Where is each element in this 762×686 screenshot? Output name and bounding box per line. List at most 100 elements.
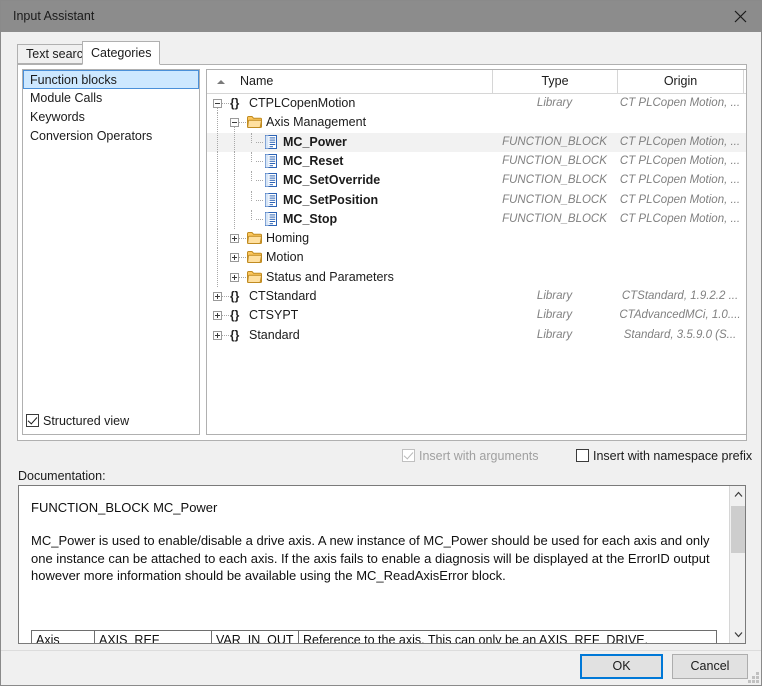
insert-with-namespace-prefix-checkbox[interactable]: Insert with namespace prefix: [576, 449, 752, 463]
tree-row[interactable]: {}CTSYPTLibraryCTAdvancedMCi, 1.0....: [207, 306, 746, 325]
documentation-parameter-table: Axis AXIS_REF VAR_IN_OUT Reference to th…: [31, 630, 717, 644]
insert-with-namespace-prefix-label: Insert with namespace prefix: [593, 449, 752, 463]
column-header-type[interactable]: Type: [492, 70, 617, 93]
tree-guide-line: [251, 191, 253, 201]
tree-guide-line: [239, 238, 246, 240]
sort-ascending-icon: [217, 80, 225, 84]
insert-with-arguments-checkbox: Insert with arguments: [402, 449, 539, 463]
tree-expander-expand[interactable]: [230, 234, 239, 243]
tree-row-origin: [617, 229, 743, 248]
tree-row-origin: CT PLCopen Motion, ...: [617, 152, 743, 171]
tree-row[interactable]: MC_SetOverrideFUNCTION_BLOCKCT PLCopen M…: [207, 171, 746, 190]
tree-guide-line: [256, 142, 263, 144]
documentation-title: FUNCTION_BLOCK MC_Power: [31, 500, 717, 515]
tree-row-origin: [617, 268, 743, 287]
tree-guide-line: [239, 122, 246, 124]
column-header-origin[interactable]: Origin: [617, 70, 743, 93]
tree-expander-expand[interactable]: [230, 273, 239, 282]
tree-guide-line: [234, 127, 236, 132]
tree-expander-expand[interactable]: [230, 253, 239, 262]
tree-guide-line: [234, 133, 236, 152]
close-icon[interactable]: [717, 1, 762, 32]
tree-row-type: Library: [492, 306, 617, 325]
dialog-body: Text search Categories Function blocks M…: [1, 32, 762, 686]
tree-guide-line: [234, 152, 236, 171]
tree-row[interactable]: Motion: [207, 248, 746, 267]
tree-expander-expand[interactable]: [213, 311, 222, 320]
tree-row-type: FUNCTION_BLOCK: [492, 152, 617, 171]
category-item-keywords[interactable]: Keywords: [23, 108, 199, 127]
chevron-up-icon[interactable]: [730, 486, 746, 503]
tree-guide-line: [256, 200, 263, 202]
tree-guide-line: [217, 113, 219, 132]
tree-row[interactable]: MC_SetPosition FUNCTION_BLOCKCT PLCopen M…: [207, 191, 746, 210]
tree-guide-line: [239, 277, 246, 279]
tree-guide-line: [256, 219, 263, 221]
folder-icon: [247, 232, 262, 247]
tree-row-type: FUNCTION_BLOCK: [492, 171, 617, 190]
tree-guide-line: [217, 108, 219, 113]
tree-expander-expand[interactable]: [213, 331, 222, 340]
object-tree-panel: Name Type Origin {}CTPLCopenMotionLibrar…: [206, 69, 747, 435]
tree-expander-expand[interactable]: [213, 292, 222, 301]
function-block-icon: [265, 173, 277, 190]
tree-row[interactable]: MC_StopFUNCTION_BLOCKCT PLCopen Motion, …: [207, 210, 746, 229]
tree-guide-line: [234, 191, 236, 210]
category-item-conversion-operators[interactable]: Conversion Operators: [23, 127, 199, 146]
tree-row-origin: CT PLCopen Motion, ...: [617, 191, 743, 210]
tree-row-name: CTStandard: [249, 287, 316, 306]
tree-row[interactable]: {}CTPLCopenMotionLibraryCT PLCopen Motio…: [207, 94, 746, 113]
tree-guide-line: [217, 152, 219, 171]
tree-row[interactable]: Status and Parameters: [207, 268, 746, 287]
tree-row[interactable]: Homing: [207, 229, 746, 248]
ok-button[interactable]: OK: [580, 654, 663, 679]
tree-guide-line: [217, 171, 219, 190]
tree-row[interactable]: MC_ResetFUNCTION_BLOCKCT PLCopen Motion,…: [207, 152, 746, 171]
tree-row-origin: CTAdvancedMCi, 1.0....: [617, 306, 743, 325]
tree-row-name: MC_Stop: [283, 210, 337, 229]
tree-expander-collapse[interactable]: [213, 99, 222, 108]
tree-row-name: MC_SetPosition: [283, 191, 378, 210]
insert-with-arguments-label: Insert with arguments: [419, 449, 539, 463]
tree-row-origin: CT PLCopen Motion, ...: [617, 94, 743, 113]
tree-row-name: Axis Management: [266, 113, 366, 132]
documentation-content: FUNCTION_BLOCK MC_Power MC_Power is used…: [19, 486, 729, 643]
tree-guide-line: [222, 103, 229, 105]
tree-guide-line: [222, 315, 229, 317]
function-block-icon: [265, 135, 277, 152]
resize-grip[interactable]: [747, 672, 760, 685]
tree-row-origin: CT PLCopen Motion, ...: [617, 171, 743, 190]
category-list[interactable]: Function blocks Module Calls Keywords Co…: [22, 69, 200, 435]
tree-guide-line: [251, 210, 253, 220]
category-item-module-calls[interactable]: Module Calls: [23, 89, 199, 108]
tree-row-name: Motion: [266, 248, 304, 267]
tree-row-type: FUNCTION_BLOCK: [492, 191, 617, 210]
tree-guide-line: [217, 191, 219, 210]
function-block-icon: [265, 193, 277, 210]
cancel-button[interactable]: Cancel: [672, 654, 748, 679]
tree-expander-collapse[interactable]: [230, 118, 239, 127]
tree-row-type: FUNCTION_BLOCK: [492, 133, 617, 152]
tree-guide-line: [251, 152, 253, 162]
scrollbar-thumb[interactable]: [731, 506, 745, 553]
tree-row[interactable]: Axis Management: [207, 113, 746, 132]
documentation-panel: FUNCTION_BLOCK MC_Power MC_Power is used…: [18, 485, 746, 644]
tree-row-origin: CTStandard, 1.9.2.2 ...: [617, 287, 743, 306]
structured-view-checkbox[interactable]: Structured view: [26, 414, 129, 428]
tree-guide-line: [217, 229, 219, 248]
documentation-scrollbar[interactable]: [729, 486, 745, 643]
tree-row[interactable]: {}CTStandardLibraryCTStandard, 1.9.2.2 .…: [207, 287, 746, 306]
column-header-name[interactable]: Name: [207, 70, 492, 93]
tree-row-type: [492, 113, 617, 132]
tree-row-name: Status and Parameters: [266, 268, 394, 287]
category-item-function-blocks[interactable]: Function blocks: [23, 70, 199, 89]
documentation-label: Documentation:: [18, 469, 106, 483]
chevron-down-icon[interactable]: [730, 626, 746, 643]
tree-row-name: MC_Power: [283, 133, 347, 152]
tab-categories[interactable]: Categories: [82, 41, 160, 65]
tree-row[interactable]: {}StandardLibraryStandard, 3.5.9.0 (S...: [207, 326, 746, 345]
tree-row-origin: CT PLCopen Motion, ...: [617, 133, 743, 152]
folder-icon: [247, 251, 262, 266]
column-header-spacer: [743, 70, 747, 93]
tree-row[interactable]: MC_Power FUNCTION_BLOCKCT PLCopen Motion,…: [207, 133, 746, 152]
